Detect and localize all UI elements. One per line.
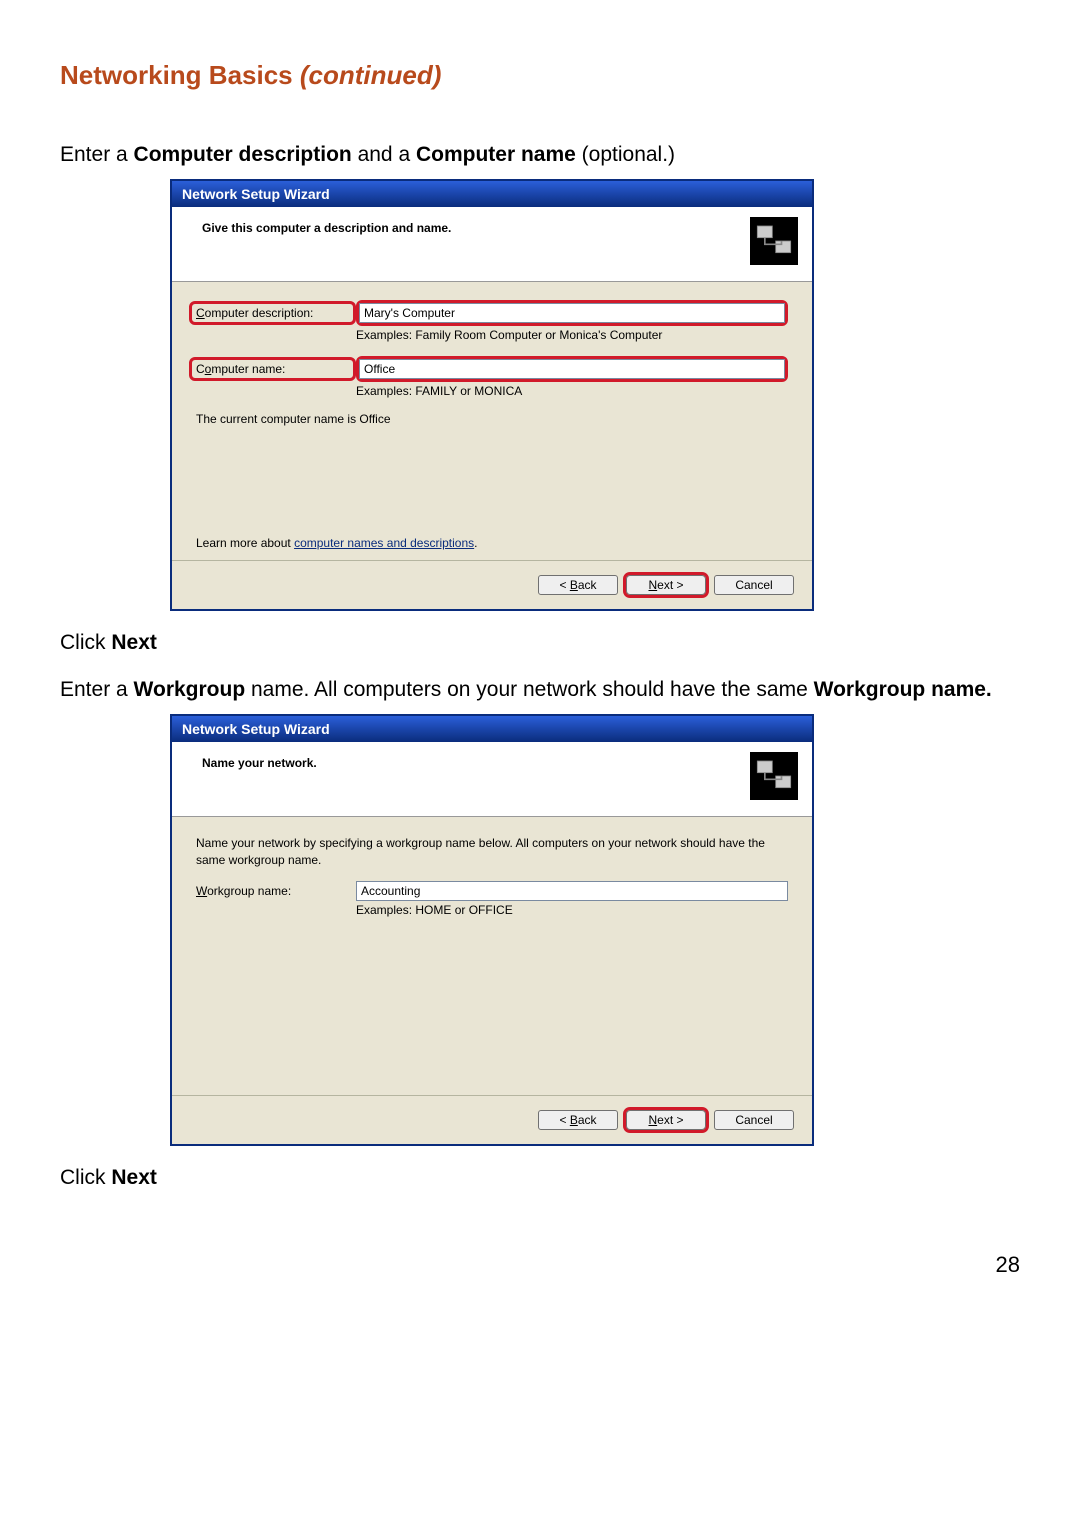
window-title: Network Setup Wizard bbox=[172, 181, 812, 207]
wizard-workgroup: Network Setup Wizard Name your network. … bbox=[170, 714, 814, 1146]
instr-bold: Workgroup bbox=[134, 678, 246, 701]
instruction-computer-desc: Enter a Computer description and a Compu… bbox=[60, 141, 1020, 169]
next-button[interactable]: Next > bbox=[626, 575, 706, 595]
computer-description-input[interactable] bbox=[359, 303, 785, 323]
window-title: Network Setup Wizard bbox=[172, 716, 812, 742]
instr-text: Click bbox=[60, 1166, 111, 1189]
workgroup-description: Name your network by specifying a workgr… bbox=[196, 835, 788, 869]
computer-name-example: Examples: FAMILY or MONICA bbox=[356, 384, 788, 398]
instr-text: Enter a bbox=[60, 678, 134, 701]
instr-bold: Workgroup name. bbox=[814, 678, 992, 701]
instr-text: Enter a bbox=[60, 143, 134, 166]
workgroup-input-wrap bbox=[356, 881, 788, 901]
click-next-2: Click Next bbox=[60, 1164, 1020, 1192]
computer-name-input-highlight bbox=[356, 356, 788, 382]
learn-more-link[interactable]: computer names and descriptions bbox=[294, 536, 474, 550]
next-button[interactable]: Next > bbox=[626, 1110, 706, 1130]
instr-bold: Computer description bbox=[134, 143, 352, 166]
workgroup-name-input[interactable] bbox=[356, 881, 788, 901]
wizard-header-text: Give this computer a description and nam… bbox=[202, 217, 451, 235]
learn-text: . bbox=[474, 536, 477, 550]
instr-text: Click bbox=[60, 631, 111, 654]
computer-description-input-highlight bbox=[356, 300, 788, 326]
click-next-1: Click Next bbox=[60, 629, 1020, 657]
wizard-header: Give this computer a description and nam… bbox=[172, 207, 812, 282]
wizard-computer-name: Network Setup Wizard Give this computer … bbox=[170, 179, 814, 611]
section-heading: Networking Basics (continued) bbox=[60, 60, 1020, 91]
workgroup-example: Examples: HOME or OFFICE bbox=[356, 903, 788, 917]
wizard-body: Name your network by specifying a workgr… bbox=[172, 817, 812, 1095]
heading-continued: (continued) bbox=[300, 60, 442, 90]
instr-text: and a bbox=[352, 143, 416, 166]
instr-text: name. All computers on your network shou… bbox=[245, 678, 813, 701]
back-button[interactable]: < Back bbox=[538, 1110, 618, 1130]
current-computer-name: The current computer name is Office bbox=[196, 412, 788, 426]
wizard-footer: < Back Next > Cancel bbox=[172, 560, 812, 609]
learn-text: Learn more about bbox=[196, 536, 294, 550]
wizard-footer: < Back Next > Cancel bbox=[172, 1095, 812, 1144]
instr-text: (optional.) bbox=[576, 143, 675, 166]
page-number: 28 bbox=[60, 1252, 1020, 1278]
learn-more: Learn more about computer names and desc… bbox=[196, 536, 788, 550]
back-button[interactable]: < Back bbox=[538, 575, 618, 595]
cancel-button[interactable]: Cancel bbox=[714, 1110, 794, 1130]
computer-name-input[interactable] bbox=[359, 359, 785, 379]
instr-bold: Next bbox=[111, 1166, 157, 1189]
computer-description-example: Examples: Family Room Computer or Monica… bbox=[356, 328, 788, 342]
instruction-workgroup: Enter a Workgroup name. All computers on… bbox=[60, 676, 1020, 704]
computer-description-label: Computer description: bbox=[189, 301, 356, 325]
heading-text: Networking Basics bbox=[60, 60, 300, 90]
instr-bold: Next bbox=[111, 631, 157, 654]
cancel-button[interactable]: Cancel bbox=[714, 575, 794, 595]
network-icon bbox=[750, 217, 798, 265]
wizard-header: Name your network. bbox=[172, 742, 812, 817]
network-icon bbox=[750, 752, 798, 800]
workgroup-name-label: Workgroup name: bbox=[196, 884, 356, 898]
computer-name-label: Computer name: bbox=[189, 357, 356, 381]
instr-bold: Computer name bbox=[416, 143, 576, 166]
wizard-body: Computer description: Examples: Family R… bbox=[172, 282, 812, 560]
wizard-header-text: Name your network. bbox=[202, 752, 317, 770]
